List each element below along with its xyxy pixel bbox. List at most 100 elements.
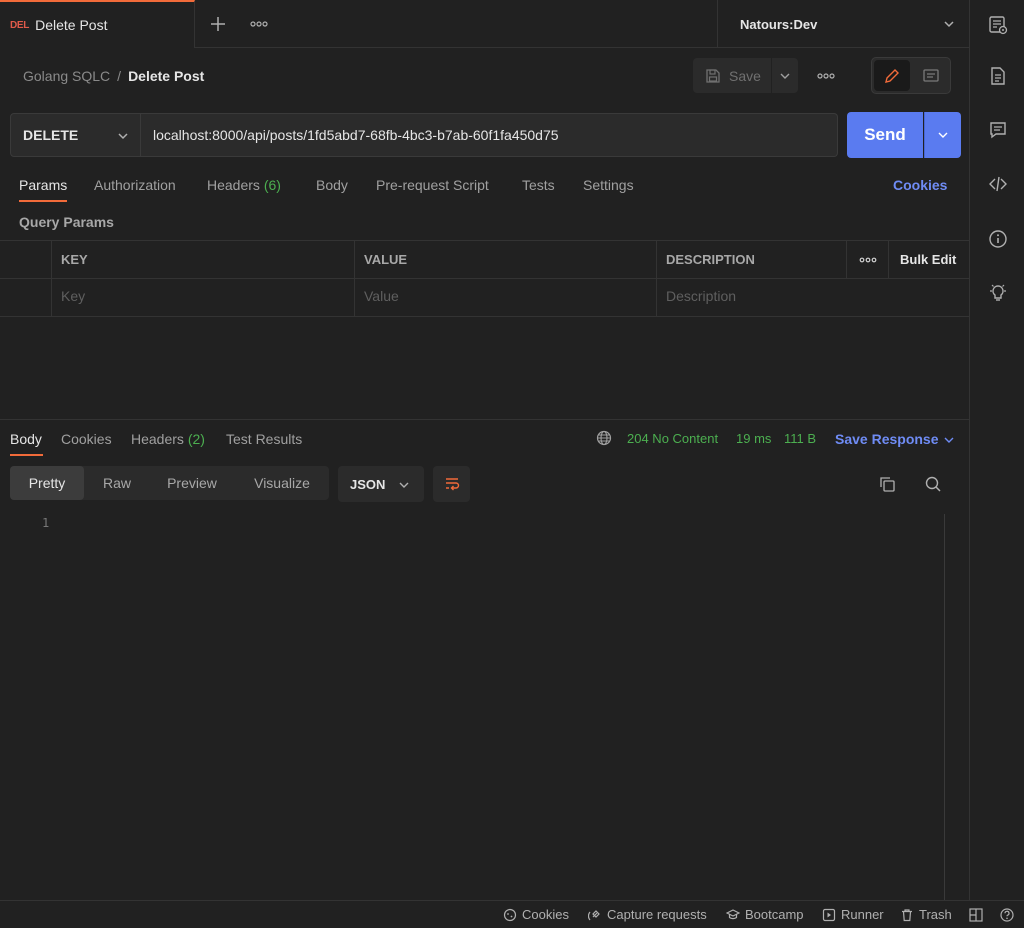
tab-settings[interactable]: Settings: [583, 177, 634, 193]
response-language-value: JSON: [350, 476, 386, 492]
graduation-cap-icon: [726, 908, 740, 919]
play-box-icon: [822, 908, 836, 921]
wrap-lines-icon: [445, 478, 459, 491]
editor-line-number: 1: [42, 516, 50, 530]
response-size[interactable]: 111 B: [784, 431, 816, 446]
query-params-title: Query Params: [19, 214, 114, 230]
chevron-down-icon[interactable]: [943, 434, 955, 446]
edit-mode-button[interactable]: [874, 60, 910, 91]
bootcamp-button[interactable]: Bootcamp: [726, 907, 804, 922]
plus-icon[interactable]: [208, 14, 228, 34]
response-headers-count: (2): [187, 431, 205, 447]
globe-icon[interactable]: [596, 430, 612, 446]
help-icon[interactable]: [999, 907, 1020, 923]
breadcrumb-request-name[interactable]: Delete Post: [128, 68, 204, 84]
capture-requests-button[interactable]: Capture requests: [588, 907, 707, 922]
lightbulb-icon[interactable]: [987, 282, 1009, 304]
tab-method-badge: DEL: [10, 19, 30, 31]
statusbar-cookies-label: Cookies: [522, 907, 569, 922]
tab-tests[interactable]: Tests: [522, 177, 555, 193]
save-icon: [706, 68, 720, 83]
tab-title: Delete Post: [35, 17, 108, 33]
column-header-value: VALUE: [364, 252, 408, 267]
tab-headers-label: Headers: [207, 177, 260, 193]
runner-label: Runner: [841, 907, 884, 922]
environment-quick-look-icon[interactable]: [987, 14, 1009, 36]
wrap-lines-button[interactable]: [433, 466, 470, 502]
runner-button[interactable]: Runner: [822, 907, 884, 922]
request-tab-delete-post[interactable]: DEL Delete Post: [0, 0, 195, 48]
description-input[interactable]: Description: [666, 288, 736, 304]
response-language-select[interactable]: JSON: [338, 466, 424, 502]
format-visualize-button[interactable]: Visualize: [238, 466, 326, 500]
value-input[interactable]: Value: [364, 288, 399, 304]
comment-mode-button[interactable]: [913, 60, 949, 91]
tab-pre-request-script[interactable]: Pre-request Script: [376, 177, 489, 193]
tab-body[interactable]: Body: [316, 177, 348, 193]
breadcrumb-collection[interactable]: Golang SQLC: [23, 68, 110, 84]
table-column-divider: [51, 240, 52, 317]
response-tab-test-results[interactable]: Test Results: [226, 431, 302, 447]
search-icon[interactable]: [924, 475, 942, 493]
response-tab-body[interactable]: Body: [10, 431, 42, 447]
more-horizontal-icon[interactable]: [858, 250, 878, 270]
trash-icon: [902, 908, 912, 921]
tab-headers[interactable]: Headers (6): [207, 177, 281, 193]
key-input[interactable]: Key: [61, 288, 85, 304]
breadcrumb-separator: /: [117, 68, 122, 84]
more-horizontal-icon[interactable]: [816, 66, 836, 86]
response-tab-headers-label: Headers: [131, 431, 184, 447]
format-raw-button[interactable]: Raw: [88, 466, 146, 500]
save-options-button[interactable]: [772, 58, 798, 93]
table-column-divider: [656, 240, 657, 317]
format-pretty-button[interactable]: Pretty: [10, 466, 84, 500]
two-pane-view-icon[interactable]: [968, 907, 989, 923]
http-method-value: DELETE: [23, 127, 79, 143]
statusbar-cookies-button[interactable]: Cookies: [503, 907, 569, 922]
active-tab-indicator: [19, 200, 67, 202]
send-button[interactable]: Send: [847, 112, 923, 158]
url-input[interactable]: [141, 113, 838, 157]
chevron-down-icon: [780, 73, 790, 79]
cookie-icon: [503, 908, 517, 921]
message-icon: [923, 68, 939, 82]
send-options-button[interactable]: [924, 112, 961, 158]
chevron-down-icon: [938, 132, 948, 138]
breadcrumb: Golang SQLC / Delete Post: [23, 68, 204, 84]
chevron-down-icon: [398, 479, 410, 491]
table-column-divider: [846, 240, 847, 278]
bulk-edit-button[interactable]: Bulk Edit: [900, 252, 956, 267]
environment-name: Natours:Dev: [740, 16, 818, 32]
column-header-key: KEY: [61, 252, 88, 267]
response-status-code[interactable]: 204 No Content: [627, 431, 718, 446]
trash-label: Trash: [919, 907, 952, 922]
save-response-button[interactable]: Save Response: [835, 431, 939, 447]
active-tab-indicator: [10, 454, 43, 456]
editor-scrollbar[interactable]: [944, 514, 945, 900]
trash-button[interactable]: Trash: [900, 907, 952, 922]
copy-icon[interactable]: [878, 475, 896, 493]
capture-requests-label: Capture requests: [607, 907, 707, 922]
chevron-down-icon: [116, 129, 130, 143]
comments-icon[interactable]: [987, 119, 1009, 141]
tab-params[interactable]: Params: [19, 177, 67, 193]
tab-headers-count: (6): [263, 177, 281, 193]
column-header-description: DESCRIPTION: [666, 252, 755, 267]
table-row-divider: [0, 278, 969, 279]
environment-select[interactable]: Natours:Dev: [717, 0, 969, 48]
cookies-link[interactable]: Cookies: [893, 177, 947, 193]
more-horizontal-icon[interactable]: [249, 14, 269, 34]
table-column-divider: [888, 240, 889, 278]
documentation-icon[interactable]: [987, 65, 1009, 87]
response-time[interactable]: 19 ms: [736, 431, 771, 446]
pane-resize-handle[interactable]: [0, 419, 969, 420]
save-button[interactable]: Save: [693, 58, 771, 93]
response-tab-cookies[interactable]: Cookies: [61, 431, 112, 447]
format-preview-button[interactable]: Preview: [152, 466, 232, 500]
info-icon[interactable]: [987, 228, 1009, 250]
satellite-icon: [588, 909, 600, 920]
tab-authorization[interactable]: Authorization: [94, 177, 176, 193]
table-column-divider: [354, 240, 355, 317]
response-tab-headers[interactable]: Headers (2): [131, 431, 205, 447]
code-icon[interactable]: [987, 173, 1009, 195]
